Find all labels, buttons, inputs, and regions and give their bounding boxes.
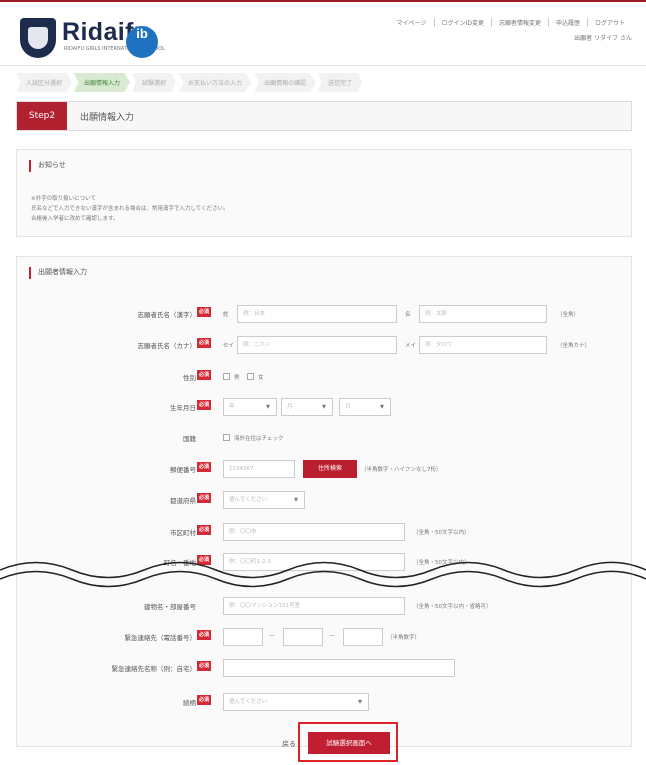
field-zip: 郵便番号 必須 1234567 住所検索 （半角数字・ハイフンなし7桁） (53, 460, 623, 478)
notice-line: 合格後入学者に改めて確認します。 (31, 216, 119, 222)
address-search-button[interactable]: 住所検索 (303, 460, 357, 478)
prefecture-select[interactable]: 選んでください (223, 491, 305, 509)
notice-panel: お知らせ ※外字の取り扱いについて 氏名などで入力できない漢字が含まれる場合は、… (16, 149, 632, 237)
crumb-application-info: 出願情報入力 (74, 73, 131, 92)
birth-month-select[interactable]: 月 (281, 398, 333, 416)
user-name: 出願者 リダイフ さん (574, 35, 632, 42)
form-title: 出願者情報入力 (29, 267, 87, 279)
nav-login-id[interactable]: ログインID変更 (435, 18, 492, 27)
female-checkbox[interactable] (247, 373, 254, 380)
nav-mypage[interactable]: マイページ (390, 18, 435, 27)
crumb-exam-select: 試験選択 (132, 73, 177, 92)
field-prefecture: 都道府県 必須 選んでください (53, 491, 623, 509)
crumb-payment: お支払い方法の入力 (178, 73, 253, 92)
city-input[interactable]: 例：〇〇市 (223, 523, 405, 541)
phone-part-3-input[interactable] (343, 628, 383, 646)
field-birthdate: 生年月日必須 年 月 日 (53, 398, 623, 416)
breadcrumb: 入試区分選択 出願情報入力 試験選択 お支払い方法の入力 出願情報の確認 送信完… (16, 73, 632, 92)
overseas-checkbox[interactable] (223, 434, 230, 441)
first-name-kana-input[interactable]: 例：タロウ (419, 336, 547, 354)
applicant-form: 出願者情報入力 志願者氏名（漢字） 必須 姓 例：日本 名 例：太郎 （全角） 志… (16, 256, 632, 747)
next-button[interactable]: 試験選択画面へ (308, 732, 390, 754)
crumb-confirm: 出願情報の確認 (254, 73, 317, 92)
ib-logo-icon: ib (126, 26, 158, 58)
notice-title: お知らせ (29, 160, 66, 172)
emergency-contact-input[interactable] (223, 659, 455, 677)
building-input[interactable]: 例：〇〇マンション101号室 (223, 597, 405, 615)
header: Ridaifu RIDAIFU GIRLS INTERNATIONAL SCHO… (0, 0, 646, 66)
first-name-input[interactable]: 例：太郎 (419, 305, 547, 323)
next-button-highlight: 試験選択画面へ (298, 722, 398, 762)
relationship-select[interactable]: 選んでください (223, 693, 369, 711)
crumb-exam-type: 入試区分選択 (16, 73, 73, 92)
step-header: Step2 出願情報入力 (16, 101, 632, 131)
footer-actions: 戻る 試験選択画面へ (0, 714, 646, 765)
nav-profile[interactable]: 志願者情報変更 (492, 18, 549, 27)
birth-day-select[interactable]: 日 (339, 398, 391, 416)
top-nav: マイページ ログインID変更 志願者情報変更 申込履歴 ログアウト (390, 18, 632, 27)
field-emergency-phone: 緊急連絡先（電話番号） 必須 — — （半角数字） (53, 628, 623, 646)
field-name-kanji: 志願者氏名（漢字） 必須 姓 例：日本 名 例：太郎 （全角） (53, 305, 623, 323)
notice-line: 氏名などで入力できない漢字が含まれる場合は、常用漢字で入力してください。 (31, 206, 229, 212)
wave-divider (0, 561, 646, 588)
field-name-kana: 志願者氏名（カナ） 必須 セイ 例：ニホン メイ 例：タロウ （全角カナ） (53, 336, 623, 354)
field-nationality: 国籍 海外在住はチェック (183, 434, 284, 443)
notice-line: ※外字の取り扱いについて (31, 196, 96, 202)
nav-logout[interactable]: ログアウト (588, 18, 632, 27)
back-button[interactable]: 戻る (282, 739, 296, 749)
field-gender: 性別 必須 男 女 (183, 370, 264, 382)
zip-input[interactable]: 1234567 (223, 460, 295, 478)
nav-history[interactable]: 申込履歴 (549, 18, 588, 27)
last-name-input[interactable]: 例：日本 (237, 305, 397, 323)
birth-year-select[interactable]: 年 (223, 398, 277, 416)
step-title: 出願情報入力 (80, 113, 135, 123)
field-relationship: 続柄 必須 選んでください (53, 693, 623, 711)
crumb-complete: 送信完了 (318, 73, 363, 92)
last-name-kana-input[interactable]: 例：ニホン (237, 336, 397, 354)
field-building: 建物名・部屋番号 例：〇〇マンション101号室 （全角・50文字以内・省略可） (53, 597, 623, 615)
field-emergency-contact: 緊急連絡先名称（例：自宅） 必須 (53, 659, 623, 677)
male-checkbox[interactable] (223, 373, 230, 380)
field-city: 市区町村 必須 例：〇〇市 （全角・50文字以内） (53, 523, 623, 541)
application-page: Ridaifu RIDAIFU GIRLS INTERNATIONAL SCHO… (0, 0, 646, 765)
phone-part-2-input[interactable] (283, 628, 323, 646)
step-label: Step2 (17, 102, 67, 130)
phone-part-1-input[interactable] (223, 628, 263, 646)
school-crest-icon (20, 18, 56, 58)
